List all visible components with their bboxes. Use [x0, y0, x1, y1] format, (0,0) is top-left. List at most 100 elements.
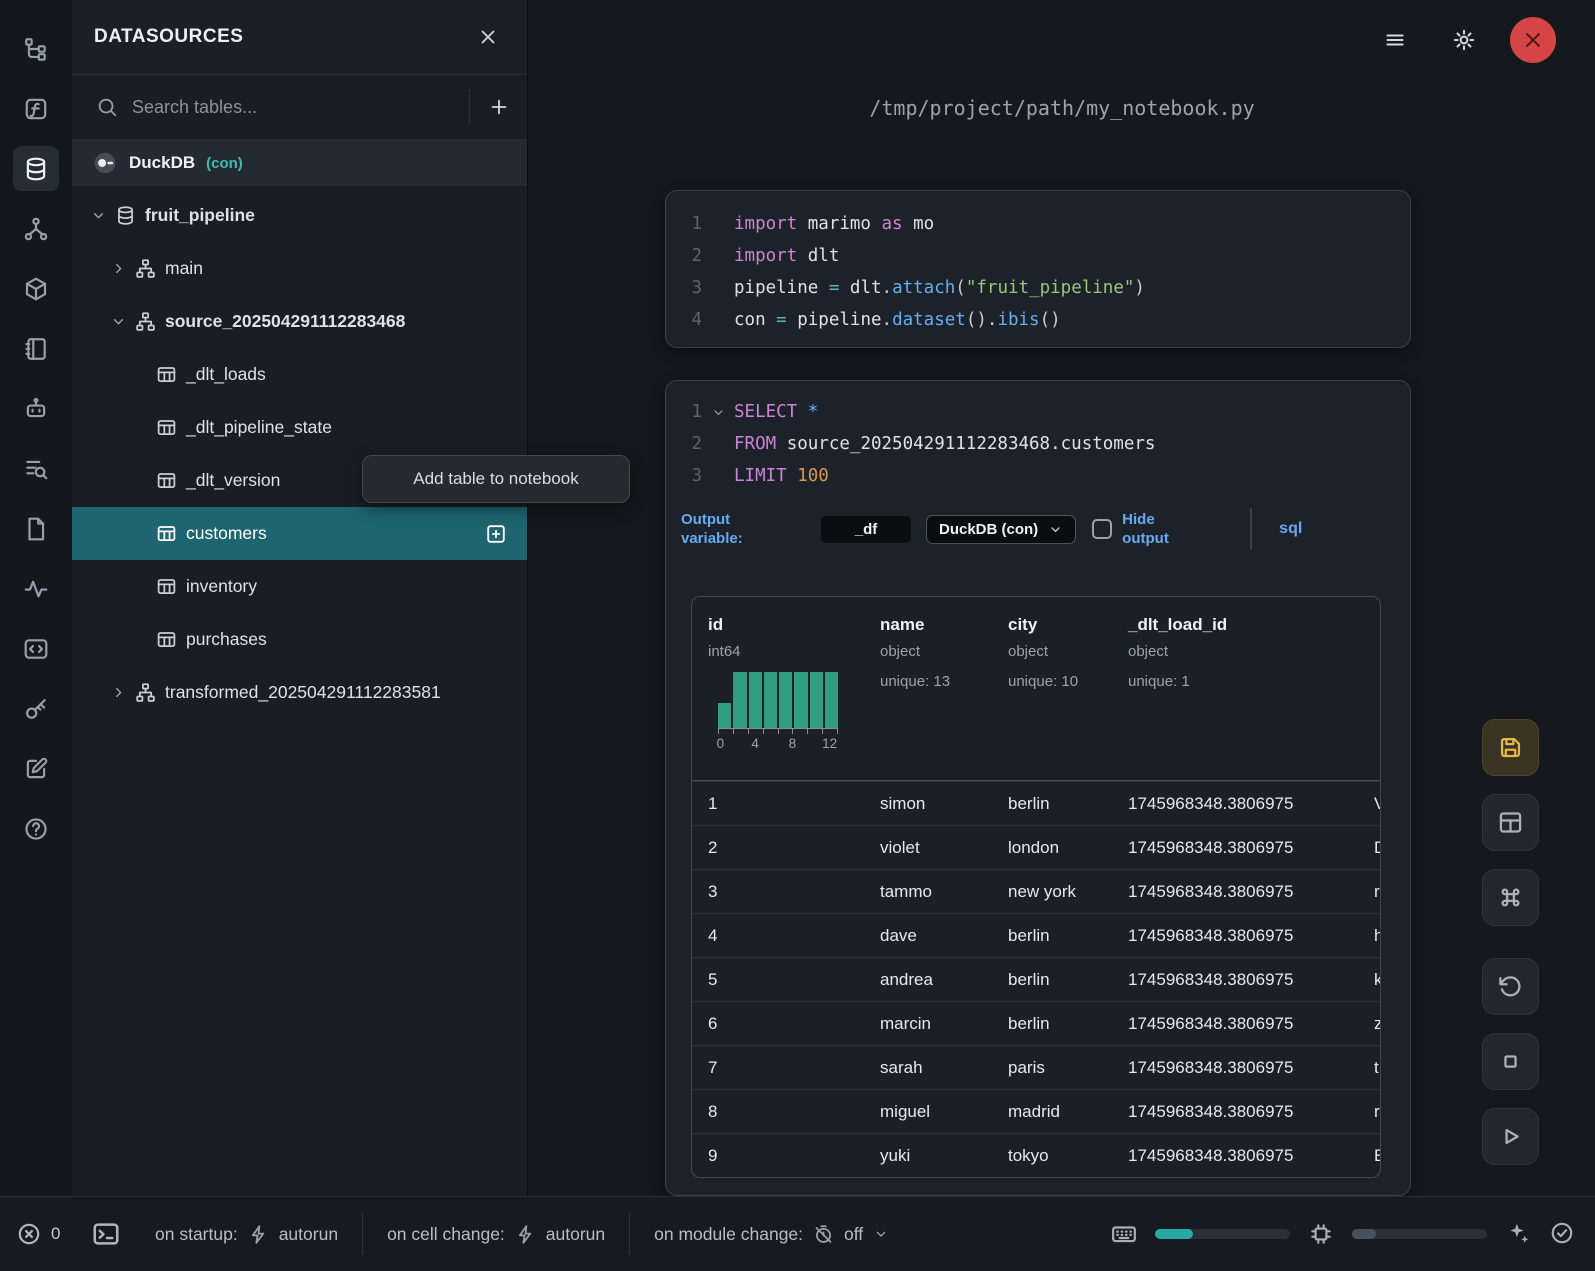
tree-item-_dlt_pipeline_state[interactable]: _dlt_pipeline_state	[72, 401, 527, 454]
rail-item-ai-assistant[interactable]	[13, 386, 59, 431]
rail-item-file-explorer[interactable]	[13, 26, 59, 71]
column-header-id[interactable]: idint6404812	[692, 597, 864, 780]
table-cell: 1745968348.3806975	[1112, 1102, 1358, 1122]
histogram-bar	[764, 672, 777, 728]
close-icon	[477, 26, 499, 48]
rail-item-help[interactable]	[13, 806, 59, 851]
table-row[interactable]: 7sarahparis1745968348.3806975t	[692, 1045, 1380, 1089]
status-check-button[interactable]	[1549, 1220, 1575, 1249]
rail-item-dependencies[interactable]	[13, 206, 59, 251]
rail-item-documentation[interactable]	[13, 506, 59, 551]
language-badge[interactable]: sql	[1279, 520, 1302, 538]
menu-button[interactable]	[1372, 17, 1418, 63]
axis-label: 12	[822, 736, 837, 751]
runtime-settings: on startup:autorunon cell change:autorun…	[155, 1197, 913, 1271]
tree-item-label: customers	[186, 523, 267, 544]
errors-indicator[interactable]: 0	[16, 1221, 60, 1247]
tree-item-label: _dlt_loads	[186, 364, 266, 385]
notebook-area: /tmp/project/path/my_notebook.py 1import…	[529, 0, 1595, 1196]
layout-button[interactable]	[1482, 794, 1539, 851]
table-row[interactable]: 4daveberlin1745968348.3806975h	[692, 913, 1380, 957]
panel-header: DATASOURCES	[72, 0, 527, 75]
settings-button[interactable]	[1441, 17, 1487, 63]
hide-output-checkbox[interactable]	[1092, 519, 1112, 539]
tree-item-inventory[interactable]: inventory	[72, 560, 527, 613]
tables-tree: fruit_pipelinemainsource_202504291112283…	[72, 186, 527, 719]
column-header-clipped[interactable]	[1358, 597, 1381, 780]
statusbar-startup[interactable]: on startup:autorun	[155, 1224, 362, 1245]
statusbar-module-change[interactable]: on module change:off	[630, 1224, 913, 1245]
rail-item-snippets[interactable]	[13, 626, 59, 671]
connection-row[interactable]: DuckDB (con)	[72, 140, 527, 186]
plus-square-icon	[485, 523, 507, 545]
column-header-_dlt_load_id[interactable]: _dlt_load_idobjectunique: 1	[1112, 597, 1358, 780]
table-row[interactable]: 1simonberlin1745968348.3806975V	[692, 781, 1380, 825]
rail-item-logs[interactable]	[13, 446, 59, 491]
commands-button[interactable]	[1482, 869, 1539, 926]
histogram-bar	[749, 672, 762, 728]
axis-tick	[807, 729, 808, 734]
add-connection-button[interactable]	[470, 75, 527, 139]
tree-item-customers[interactable]: customers	[72, 507, 527, 560]
stop-button[interactable]	[1482, 1033, 1539, 1090]
table-cell: paris	[992, 1058, 1112, 1078]
add-table-button[interactable]	[485, 507, 507, 560]
python-cell[interactable]: 1import marimo as mo2import dlt3pipeline…	[665, 190, 1411, 348]
rail-item-secrets[interactable]	[13, 686, 59, 731]
column-unique: unique: 13	[880, 673, 992, 690]
tree-item-main[interactable]: main	[72, 242, 527, 295]
tree-item-source_202504291112283468[interactable]: source_202504291112283468	[72, 295, 527, 348]
terminal-button[interactable]	[86, 1214, 126, 1254]
engine-select[interactable]: DuckDB (con)	[926, 515, 1076, 544]
table-icon	[156, 629, 177, 650]
shortcuts-button[interactable]	[1505, 1220, 1531, 1249]
tree-item-transformed_202504291112283581[interactable]: transformed_202504291112283581	[72, 666, 527, 719]
restart-button[interactable]	[1482, 958, 1539, 1015]
rail-item-tracing[interactable]	[13, 566, 59, 611]
chip-slider[interactable]	[1352, 1229, 1487, 1239]
axis-tick	[792, 729, 793, 734]
table-cell: berlin	[992, 970, 1112, 990]
rail-item-packages[interactable]	[13, 266, 59, 311]
keyboard-height-slider[interactable]	[1155, 1229, 1290, 1239]
sql-cell[interactable]: 1SELECT *2FROM source_202504291112283468…	[665, 380, 1411, 1196]
code-text: LIMIT 100	[734, 460, 829, 492]
table-cell: madrid	[992, 1102, 1112, 1122]
result-table: idint6404812nameobjectunique: 13cityobje…	[691, 596, 1381, 1178]
tree-item-fruit_pipeline[interactable]: fruit_pipeline	[72, 189, 527, 242]
column-header-city[interactable]: cityobjectunique: 10	[992, 597, 1112, 780]
sql-code-editor[interactable]: 1SELECT *2FROM source_202504291112283468…	[666, 396, 1410, 492]
table-row[interactable]: 5andreaberlin1745968348.3806975k	[692, 957, 1380, 1001]
table-icon	[156, 523, 177, 544]
table-row[interactable]: 8miguelmadrid1745968348.3806975r	[692, 1089, 1380, 1133]
save-button[interactable]	[1482, 719, 1539, 776]
close-panel-button[interactable]	[471, 20, 505, 54]
fold-toggle[interactable]	[702, 396, 734, 428]
python-code-editor[interactable]: 1import marimo as mo2import dlt3pipeline…	[666, 208, 1410, 336]
chevron-right-icon	[110, 684, 127, 701]
axis-tick	[778, 729, 779, 734]
table-row[interactable]: 3tammonew york1745968348.3806975r	[692, 869, 1380, 913]
output-variable-input[interactable]	[821, 516, 911, 543]
table-row[interactable]: 2violetlondon1745968348.3806975D	[692, 825, 1380, 869]
close-app-button[interactable]	[1510, 17, 1556, 63]
tree-item-_dlt_loads[interactable]: _dlt_loads	[72, 348, 527, 401]
table-row[interactable]: 6marcinberlin1745968348.3806975z	[692, 1001, 1380, 1045]
rail-item-notebook-outline[interactable]	[13, 326, 59, 371]
play-icon	[1497, 1123, 1524, 1150]
rail-item-functions[interactable]	[13, 86, 59, 131]
statusbar-cell-change[interactable]: on cell change:autorun	[363, 1224, 629, 1245]
table-cell: 1745968348.3806975	[1112, 926, 1358, 946]
table-cell: 7	[692, 1058, 864, 1078]
statusbar-value: autorun	[279, 1224, 338, 1245]
tree-item-purchases[interactable]: purchases	[72, 613, 527, 666]
rail-item-scratchpad[interactable]	[13, 746, 59, 791]
search-tables-input[interactable]	[132, 97, 469, 118]
column-header-name[interactable]: nameobjectunique: 13	[864, 597, 992, 780]
rail-item-datasources[interactable]	[13, 146, 59, 191]
run-button[interactable]	[1482, 1108, 1539, 1165]
table-cell: 4	[692, 926, 864, 946]
table-row[interactable]: 9yukitokyo1745968348.3806975E	[692, 1133, 1380, 1177]
table-cell: simon	[864, 794, 992, 814]
search-row	[72, 75, 527, 140]
